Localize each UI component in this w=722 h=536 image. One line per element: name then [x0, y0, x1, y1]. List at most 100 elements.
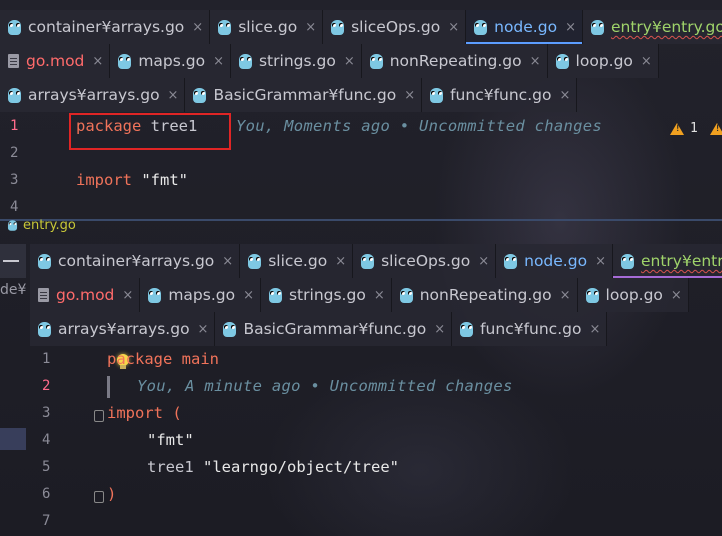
editor-tab[interactable]: sliceOps.go ×	[323, 10, 467, 44]
editor-tab[interactable]: func¥func.go ×	[422, 78, 578, 112]
tab-label: loop.go	[605, 286, 663, 304]
tab-label: BasicGrammar¥func.go	[213, 86, 397, 104]
code-line-4: "fmt"	[147, 431, 194, 449]
keyword-package: package	[76, 117, 142, 135]
close-icon[interactable]: ×	[243, 288, 254, 303]
editor-tab[interactable]: BasicGrammar¥func.go ×	[185, 78, 423, 112]
close-icon[interactable]: ×	[671, 288, 682, 303]
minimize-icon	[3, 260, 19, 262]
editor-tab[interactable]: container¥arrays.go ×	[30, 244, 241, 278]
package-name: tree1	[150, 117, 198, 135]
close-icon[interactable]: ×	[305, 20, 316, 35]
line-number: 2	[10, 145, 19, 161]
code-line-1: package main	[107, 350, 219, 368]
close-icon[interactable]: ×	[198, 322, 209, 337]
code-line-6: )	[107, 485, 116, 503]
gopher-icon	[38, 321, 51, 337]
fold-toggle-icon[interactable]	[94, 491, 104, 503]
editor-tab[interactable]: container¥arrays.go ×	[0, 10, 211, 44]
line-number: 2	[42, 378, 51, 394]
gopher-icon	[7, 220, 18, 231]
editor-tab[interactable]: arrays¥arrays.go ×	[0, 78, 186, 112]
editor-tab[interactable]: entry¥entry.×	[612, 244, 722, 278]
editor-tab[interactable]: entry¥entry.go×	[582, 10, 722, 44]
editor-tab[interactable]: slice.go ×	[240, 244, 354, 278]
close-icon[interactable]: ×	[560, 288, 571, 303]
editor-tab[interactable]: node.go ×	[466, 10, 583, 44]
editor-tab[interactable]: go.mod ×	[30, 278, 141, 312]
close-icon[interactable]: ×	[92, 54, 103, 69]
tab-label: container¥arrays.go	[58, 252, 215, 270]
close-icon[interactable]: ×	[335, 254, 346, 269]
warning-triangle-icon	[670, 122, 684, 135]
editor-tab[interactable]: nonRepeating.go ×	[391, 278, 578, 312]
warnings-indicator[interactable]: 1	[670, 121, 722, 136]
line-number: 7	[42, 513, 51, 529]
git-blame-hint: You, A minute ago • Uncommitted changes	[137, 377, 513, 395]
tab-label: entry¥entry.	[640, 252, 722, 270]
left-minimize-strip[interactable]	[0, 244, 26, 278]
tab-label: node.go	[524, 252, 588, 270]
close-icon[interactable]: ×	[565, 20, 576, 35]
editor-tab[interactable]: func¥func.go ×	[452, 312, 608, 346]
close-icon[interactable]: ×	[374, 288, 385, 303]
package-name: main	[181, 350, 219, 368]
editor-tab[interactable]: maps.go ×	[110, 44, 231, 78]
line-number: 1	[10, 118, 19, 134]
bottom-code-editor[interactable]: 1 2 3 4 5 6 7 package main You, A minute…	[0, 346, 722, 536]
gopher-icon	[331, 19, 345, 35]
line-number: 3	[42, 405, 51, 421]
editor-tab[interactable]: BasicGrammar¥func.go ×	[215, 312, 453, 346]
line-number: 3	[10, 172, 19, 188]
fold-toggle-icon[interactable]	[94, 410, 104, 422]
editor-tab[interactable]: nonRepeating.go ×	[361, 44, 548, 78]
close-icon[interactable]: ×	[192, 20, 203, 35]
close-icon[interactable]: ×	[478, 254, 489, 269]
close-icon[interactable]: ×	[448, 20, 459, 35]
close-icon[interactable]: ×	[222, 254, 233, 269]
editor-tab[interactable]: sliceOps.go ×	[353, 244, 497, 278]
editor-tab[interactable]: slice.go ×	[210, 10, 324, 44]
tab-label: sliceOps.go	[381, 252, 471, 270]
close-icon[interactable]: ×	[122, 288, 133, 303]
tab-label: strings.go	[258, 52, 336, 70]
close-icon[interactable]: ×	[213, 54, 224, 69]
editor-tab[interactable]: loop.go ×	[577, 278, 689, 312]
editor-tab[interactable]: loop.go ×	[547, 44, 659, 78]
top-code-editor[interactable]: 1 2 3 4 package tree1 You, Moments ago •…	[0, 112, 722, 220]
line-number: 6	[42, 486, 51, 502]
tab-label: slice.go	[238, 18, 298, 36]
close-icon[interactable]: ×	[559, 88, 570, 103]
tab-label: func¥func.go	[480, 320, 582, 338]
tab-label: go.mod	[26, 52, 85, 70]
close-icon[interactable]: ×	[641, 54, 652, 69]
editor-tab[interactable]: maps.go ×	[140, 278, 261, 312]
close-icon[interactable]: ×	[168, 88, 179, 103]
close-icon[interactable]: ×	[404, 88, 415, 103]
editor-tab[interactable]: strings.go ×	[260, 278, 392, 312]
close-icon[interactable]: ×	[589, 322, 600, 337]
keyword-package: package	[107, 350, 173, 368]
split-file-label: entry.go	[6, 218, 76, 233]
tab-label: node.go	[494, 18, 558, 36]
tab-row-3: arrays¥arrays.go × BasicGrammar¥func.go × fu…	[30, 312, 722, 346]
editor-tab[interactable]: node.go ×	[496, 244, 613, 278]
text-cursor	[107, 376, 110, 398]
close-icon[interactable]: ×	[530, 54, 541, 69]
editor-tab[interactable]: strings.go ×	[230, 44, 362, 78]
gopher-icon	[223, 321, 237, 337]
close-icon[interactable]: ×	[595, 254, 606, 269]
editor-tab[interactable]: arrays¥arrays.go ×	[30, 312, 216, 346]
close-paren: )	[107, 485, 117, 503]
line-number: 4	[42, 432, 51, 448]
side-panel-label: de¥	[0, 282, 27, 298]
editor-tab[interactable]: go.mod ×	[0, 44, 111, 78]
tab-row-2: go.mod × maps.go × strings.go × nonRepeating.g…	[30, 278, 722, 312]
git-blame-hint: You, Moments ago • Uncommitted changes	[236, 117, 603, 135]
gopher-icon	[38, 253, 51, 269]
close-icon[interactable]: ×	[434, 322, 445, 337]
gopher-icon	[8, 87, 21, 103]
code-line-3: import (	[107, 404, 182, 422]
code-line-1: package tree1	[76, 117, 197, 135]
close-icon[interactable]: ×	[344, 54, 355, 69]
